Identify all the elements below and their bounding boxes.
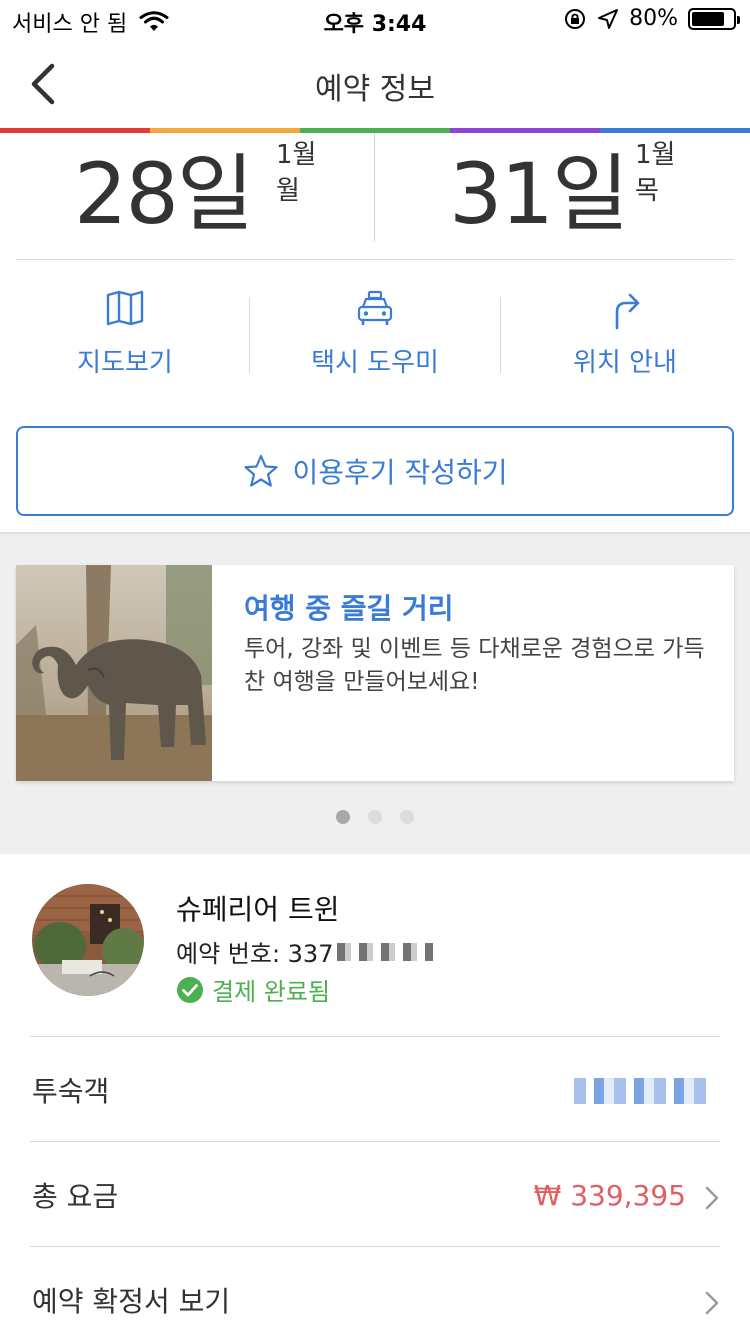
total-price-label: 총 요금 — [32, 1180, 119, 1213]
room-name: 슈페리어 트윈 — [176, 888, 339, 928]
checkout-month-weekday: 1월 목 — [635, 137, 675, 209]
checkin-month: 1월 — [276, 140, 317, 170]
divider — [16, 259, 734, 260]
directions-arrow-icon — [615, 293, 640, 330]
room-name-text: 슈페리어 트윈 — [176, 893, 340, 926]
check-circle-icon — [177, 976, 203, 1003]
battery-fill — [692, 11, 724, 26]
taxi-helper-label: 택시 도우미 — [311, 348, 439, 378]
page-title: 예약 정보 — [315, 72, 435, 107]
hotel-courtyard-photo — [32, 884, 144, 996]
status-right: 80% — [563, 6, 740, 31]
guests-row: 투숙객 — [0, 1036, 750, 1141]
booking-summary: 슈페리어 트윈 예약 번호: 337 결제 완료됨 — [0, 854, 750, 1034]
navigation-bar: 예약 정보 — [0, 40, 750, 128]
write-review-label: 이용후기 작성하기 — [292, 456, 508, 489]
chevron-right-icon — [705, 1186, 719, 1210]
chevron-right-icon — [705, 1291, 719, 1315]
payment-status-text: 결제 완료됨 — [212, 978, 331, 1006]
carousel-dot[interactable] — [400, 810, 414, 824]
directions-label: 위치 안내 — [573, 348, 677, 378]
map-button[interactable]: 지도보기 — [0, 280, 250, 390]
booking-number-redaction — [337, 942, 434, 961]
checkin-weekday: 월 — [276, 176, 300, 206]
carousel-dots — [0, 810, 750, 824]
guests-label: 투숙객 — [32, 1075, 110, 1108]
location-arrow-icon — [598, 8, 619, 29]
action-icon-wrap — [250, 290, 500, 330]
elephant-photo — [16, 565, 212, 781]
carousel-dot[interactable] — [368, 810, 382, 824]
checkin-date: 28일 1월 월 — [0, 133, 374, 243]
checkout-month: 1월 — [635, 140, 676, 170]
checkout-weekday: 목 — [635, 176, 659, 206]
checkin-day: 28일 — [74, 145, 254, 243]
battery-icon — [688, 7, 740, 30]
directions-button[interactable]: 위치 안내 — [500, 280, 750, 390]
action-icon-wrap — [500, 290, 750, 330]
payment-status: 결제 완료됨 — [176, 972, 330, 1007]
row-divider — [30, 1246, 720, 1247]
status-bar: 서비스 안 됨 오후 3:44 80% — [0, 0, 750, 40]
confirmation-label: 예약 확정서 보기 — [32, 1285, 231, 1318]
stay-dates: 28일 1월 월 31일 1월 목 — [0, 133, 750, 243]
promo-description: 투어, 강좌 및 이벤트 등 다채로운 경험으로 가득찬 여행을 만들어보세요! — [244, 636, 705, 695]
action-row: 지도보기 택시 도우미 위치 안내 — [0, 280, 750, 390]
checkout-date: 31일 1월 목 — [375, 133, 750, 243]
rotation-lock-icon — [565, 8, 586, 29]
promo-card[interactable]: 여행 중 즐길 거리 투어, 강좌 및 이벤트 등 다채로운 경험으로 가득찬 … — [16, 565, 734, 781]
booking-number-text: 예약 번호: 337 — [176, 940, 334, 968]
total-price-row[interactable]: 총 요금 ₩ 339,395 — [0, 1141, 750, 1246]
guest-name-redaction — [574, 1078, 714, 1104]
booking-detail-list: 투숙객 총 요금 ₩ 339,395 예약 확정서 보기 — [0, 1036, 750, 1334]
action-icon-wrap — [0, 290, 250, 330]
taxi-helper-button[interactable]: 택시 도우미 — [250, 280, 500, 390]
star-outline-icon — [243, 454, 278, 487]
battery-percent: 80% — [629, 6, 678, 31]
row-divider — [30, 1141, 720, 1142]
checkin-month-weekday: 1월 월 — [276, 137, 316, 209]
promo-section: 여행 중 즐길 거리 투어, 강좌 및 이벤트 등 다채로운 경험으로 가득찬 … — [0, 532, 750, 854]
confirmation-row[interactable]: 예약 확정서 보기 — [0, 1246, 750, 1334]
write-review-button[interactable]: 이용후기 작성하기 — [16, 426, 734, 516]
checkout-day: 31일 — [449, 145, 629, 243]
carousel-dot-active[interactable] — [336, 810, 350, 824]
row-divider — [30, 1036, 720, 1037]
total-price-value: ₩ 339,395 — [533, 1179, 686, 1212]
booking-number: 예약 번호: 337 — [176, 934, 434, 969]
map-button-label: 지도보기 — [77, 348, 173, 378]
promo-title: 여행 중 즐길 거리 — [244, 592, 454, 625]
map-icon — [106, 290, 144, 326]
taxi-icon — [357, 290, 393, 325]
